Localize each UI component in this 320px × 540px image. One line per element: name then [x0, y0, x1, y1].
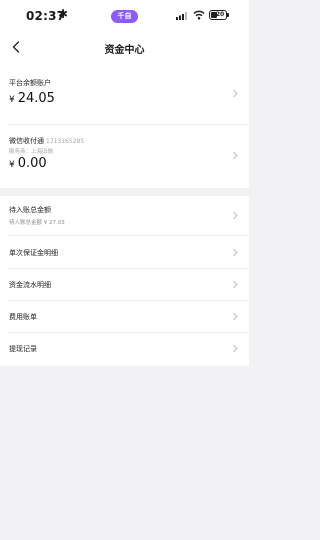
amount-value: 24.05: [17, 91, 55, 106]
list-item-single-deposit-detail[interactable]: 单次保证金明细: [0, 236, 249, 268]
account-number: 1713165285: [46, 138, 85, 145]
list-item-fund-flow-detail[interactable]: 资金流水明细: [0, 268, 249, 300]
battery-level: 20: [215, 11, 225, 18]
page-title: 资金中心: [104, 45, 145, 56]
chevron-right-icon: [233, 248, 238, 257]
chevron-right-icon: [233, 151, 238, 160]
wifi-icon: [193, 10, 205, 20]
signal-icon: [176, 12, 187, 20]
currency-symbol: ¥: [9, 95, 15, 105]
chevron-right-icon: [233, 312, 238, 321]
accounts-card: 平台余额账户 ¥24.05 微信收付通 1713165285 服务商：上海旧融 ¥…: [0, 62, 249, 188]
account-title: 平台余额账户: [9, 79, 51, 87]
status-pill: 千自: [111, 10, 138, 23]
chevron-right-icon: [233, 211, 238, 220]
battery-icon: 20: [209, 10, 229, 20]
list-item-label: 提现记录: [9, 345, 37, 353]
list-item-label: 费用账单: [9, 313, 37, 321]
list-item-label: 资金流水明细: [9, 281, 51, 289]
account-row-wechat-pay[interactable]: 微信收付通 1713165285 服务商：上海旧融 ¥0.00: [0, 125, 249, 188]
menu-list-card: 待入账总金额 待入账总金额 ¥ 27.03 单次保证金明细 资金流水明细 费用账…: [0, 196, 249, 366]
chevron-right-icon: [233, 280, 238, 289]
account-provider-note: 服务商：上海旧融: [9, 149, 54, 155]
list-item-fee-bills[interactable]: 费用账单: [0, 300, 249, 332]
account-title: 微信收付通 1713165285: [9, 136, 84, 146]
status-extra-glyph: ✱: [58, 7, 69, 21]
list-item-withdrawal-records[interactable]: 提现记录: [0, 332, 249, 364]
battery-tip: [227, 13, 229, 17]
chevron-right-icon: [233, 89, 238, 98]
chevron-right-icon: [233, 344, 238, 353]
list-item-sub: 待入账总金额 ¥ 27.03: [9, 220, 65, 226]
account-title-text: 微信收付通: [9, 137, 44, 145]
list-item-pending-total[interactable]: 待入账总金额 待入账总金额 ¥ 27.03: [0, 196, 249, 234]
account-amount: ¥0.00: [9, 156, 47, 171]
nav-bar: 资金中心: [0, 30, 249, 64]
account-amount: ¥24.05: [9, 91, 55, 106]
list-item-label: 单次保证金明细: [9, 249, 58, 257]
account-row-platform-balance[interactable]: 平台余额账户 ¥24.05: [0, 62, 249, 124]
list-item-label: 待入账总金额: [9, 206, 51, 214]
currency-symbol: ¥: [9, 160, 15, 170]
status-bar: 02:37 ✱ 千自 20: [0, 0, 249, 30]
amount-value: 0.00: [17, 156, 47, 171]
